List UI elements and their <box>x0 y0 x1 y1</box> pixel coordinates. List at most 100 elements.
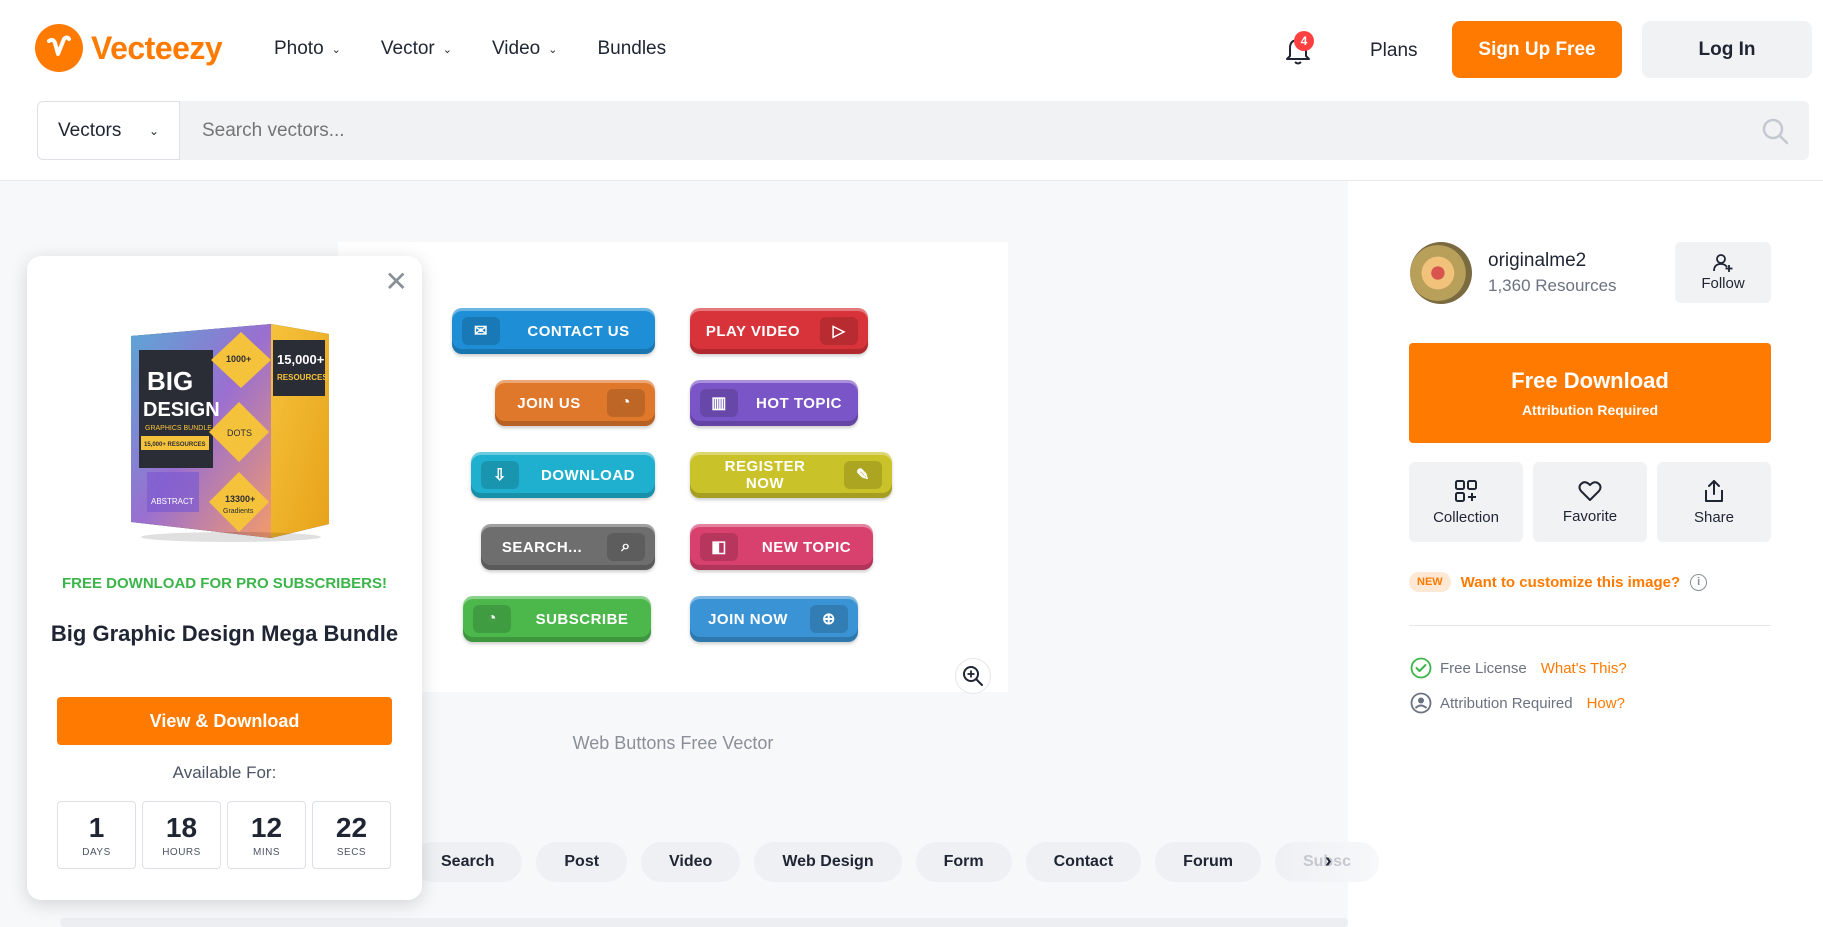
preview-button-label: JOIN US <box>517 394 581 412</box>
preview-button-download: ⇩ DOWNLOAD <box>471 452 655 498</box>
signup-button[interactable]: Sign Up Free <box>1452 21 1622 78</box>
sidebar-divider <box>1409 625 1771 626</box>
available-for-label: Available For: <box>172 763 277 782</box>
follow-label: Follow <box>1701 275 1745 292</box>
customize-link[interactable]: Want to customize this image? <box>1461 574 1680 591</box>
box-sub-text: GRAPHICS BUNDLE <box>145 425 212 432</box>
chevron-right-icon[interactable]: › <box>1325 850 1332 873</box>
logo[interactable]: Vecteezy <box>35 24 223 72</box>
heart-icon <box>1578 480 1602 501</box>
book-icon: ▥ <box>700 389 738 417</box>
chevron-down-icon: ⌄ <box>331 43 341 56</box>
free-download-button[interactable]: Free Download Attribution Required <box>1409 343 1771 443</box>
box-big-text: BIG <box>147 366 193 396</box>
nav-item-bundles[interactable]: Bundles <box>597 38 666 60</box>
info-icon[interactable]: i <box>1690 573 1708 591</box>
nav-label: Vector <box>380 38 435 59</box>
avatar[interactable] <box>1410 242 1472 304</box>
play-icon: ▷ <box>820 317 858 345</box>
preview-button-search: SEARCH... ⌕ <box>481 524 655 570</box>
box-resources-tag: 15,000+ RESOURCES <box>144 442 206 448</box>
box-abstract-text: ABSTRACT <box>151 497 194 506</box>
search-icon[interactable] <box>1761 117 1789 145</box>
logo-text: Vecteezy <box>91 29 223 66</box>
nav-item-video[interactable]: Video ⌄ <box>492 38 557 60</box>
plans-link[interactable]: Plans <box>1370 40 1418 62</box>
tag-list: Search Post Video Web Design Form Contac… <box>413 842 1379 882</box>
countdown-unit: DAYS <box>82 846 111 858</box>
countdown-value: 18 <box>165 811 198 843</box>
new-badge: NEW <box>1409 572 1451 592</box>
close-icon[interactable]: ✕ <box>385 268 408 296</box>
rss-icon: ◔ <box>607 389 645 417</box>
nav-label: Video <box>491 38 541 59</box>
preview-button-label: SEARCH... <box>501 538 583 556</box>
search-input[interactable] <box>180 101 1809 160</box>
tag-chip[interactable]: Contact <box>1025 842 1142 882</box>
site-header: Vecteezy Photo ⌄ Vector ⌄ Video ⌄ Bundles 4… <box>0 0 1823 100</box>
search-type-select[interactable]: Vectors ⌄ <box>37 101 180 160</box>
preview-button-play-video: PLAY VIDEO ▷ <box>690 308 868 354</box>
preview-button-label: REGISTER NOW <box>724 458 806 492</box>
license-row: Free License What's This? <box>1410 657 1627 679</box>
preview-image[interactable]: ✉ CONTACT US PLAY VIDEO ▷ JOIN US ◔ ▥ HOT TO… <box>338 242 1008 692</box>
customize-row: NEW Want to customize this image? i <box>1409 572 1708 592</box>
bundle-box-image: BIG DESIGN GRAPHICS BUNDLE 15,000+ RESOU… <box>131 324 329 542</box>
countdown-days: 1 DAYS <box>57 801 136 869</box>
favorite-label: Favorite <box>1562 507 1618 525</box>
search-type-label: Vectors <box>58 119 122 141</box>
countdown-unit: HOURS <box>162 846 201 858</box>
license-label: Free License <box>1440 659 1527 677</box>
box-gradients-count: 13300+ <box>225 494 255 504</box>
tag-chip[interactable]: Form <box>915 842 1012 882</box>
chevron-down-icon: ⌄ <box>548 43 558 56</box>
tag-chip[interactable]: Forum <box>1155 842 1261 882</box>
zoom-button[interactable] <box>955 658 991 694</box>
whats-this-link[interactable]: What's This? <box>1541 660 1627 677</box>
view-download-button[interactable]: View & Download <box>57 697 392 745</box>
nav-item-vector[interactable]: Vector ⌄ <box>381 38 452 60</box>
collection-icon <box>1455 479 1477 502</box>
nav-label: Bundles <box>597 38 667 59</box>
preview-button-subscribe: ◔ SUBSCRIBE <box>463 596 651 642</box>
pencil-icon: ✎ <box>844 461 882 489</box>
countdown-unit: MINS <box>253 846 280 858</box>
tag-chip[interactable]: Post <box>536 842 628 882</box>
countdown-value: 12 <box>250 811 283 843</box>
how-link[interactable]: How? <box>1587 695 1625 712</box>
preview-button-join-us: JOIN US ◔ <box>495 380 655 426</box>
nav-item-photo[interactable]: Photo ⌄ <box>274 38 341 60</box>
author-resources: 1,360 Resources <box>1488 276 1617 295</box>
chevron-down-icon: ⌄ <box>442 43 452 56</box>
share-button[interactable]: Share <box>1657 462 1771 542</box>
box-swatches-text: 1000+ <box>226 354 251 364</box>
preview-button-new-topic: ◧ NEW TOPIC <box>690 524 873 570</box>
login-button[interactable]: Log In <box>1642 21 1812 78</box>
tag-chip[interactable]: Web Design <box>754 842 902 882</box>
attribution-row-label: Attribution Required <box>1440 694 1573 712</box>
promo-kicker: FREE DOWNLOAD FOR PRO SUBSCRIBERS! <box>61 575 387 592</box>
follow-button[interactable]: Follow <box>1675 242 1771 303</box>
preview-button-join-now: JOIN NOW ⊕ <box>690 596 858 642</box>
author-info[interactable]: originalme2 1,360 Resources <box>1410 242 1617 304</box>
collection-button[interactable]: Collection <box>1409 462 1523 542</box>
zoom-in-icon <box>963 666 983 686</box>
rss-icon: ◔ <box>473 605 511 633</box>
promo-popup: ✕ BIG DESIGN GRAPHICS BUNDLE 15,000+ RES… <box>27 256 422 900</box>
favorite-button[interactable]: Favorite <box>1533 462 1647 542</box>
tag-chip[interactable]: Search <box>413 842 523 882</box>
countdown-mins: 12 MINS <box>227 801 306 869</box>
author-name[interactable]: originalme2 <box>1488 250 1617 272</box>
tag-chip[interactable]: Video <box>641 842 741 882</box>
attribution-row: Attribution Required How? <box>1410 692 1625 714</box>
countdown-secs: 22 SECS <box>312 801 391 869</box>
image-caption: Web Buttons Free Vector <box>572 733 774 753</box>
preview-button-label: CONTACT US <box>527 322 630 340</box>
box-dots-text: DOTS <box>227 428 252 438</box>
preview-button-label: JOIN NOW <box>708 610 788 628</box>
box-gradients-label: Gradients <box>223 508 254 515</box>
countdown-value: 1 <box>88 811 105 843</box>
collection-label: Collection <box>1433 508 1499 526</box>
preview-button-hot-topic: ▥ HOT TOPIC <box>690 380 858 426</box>
notification-badge: 4 <box>1294 31 1314 51</box>
